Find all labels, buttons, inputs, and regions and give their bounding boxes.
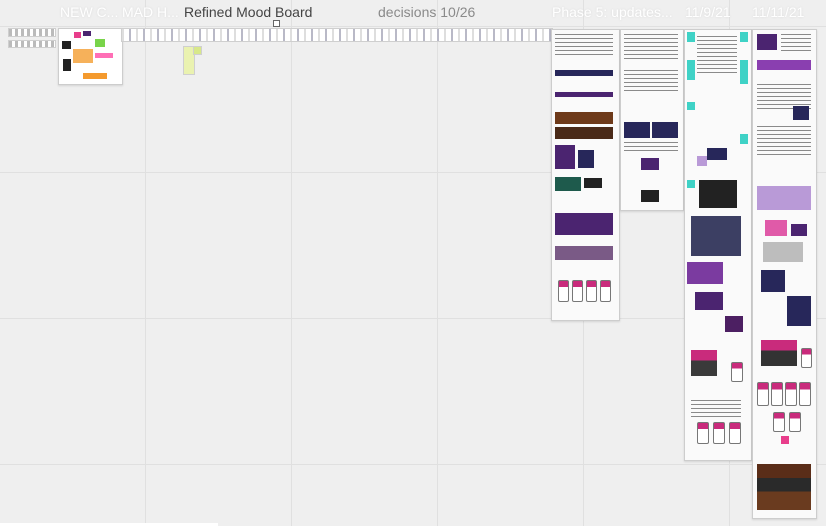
frame-label-phase-5-updates[interactable]: Phase 5: updates...	[552, 4, 673, 20]
sticky-note[interactable]	[193, 46, 202, 55]
frame-label-11-11-21[interactable]: 11/11/21	[752, 4, 804, 20]
board-11-11-21[interactable]	[752, 29, 817, 519]
frame-label-new-c[interactable]: NEW C...	[60, 4, 118, 20]
mood-board-frame[interactable]	[58, 28, 123, 85]
mini-frame-thumbnail[interactable]	[8, 28, 56, 37]
frame-label-refined-mood-board[interactable]: Refined Mood Board	[184, 4, 312, 20]
phase-5-board[interactable]	[551, 29, 620, 321]
frames-thumbnail-strip[interactable]	[121, 28, 553, 42]
frame-label-decisions[interactable]: decisions 10/26	[378, 4, 475, 20]
frame-label-mad-h[interactable]: MAD H...	[122, 4, 179, 20]
frame-label-11-9-21[interactable]: 11/9/21	[685, 4, 731, 20]
phase-5-board[interactable]	[620, 29, 684, 211]
board-11-9-21[interactable]	[684, 29, 752, 461]
cursor-icon	[273, 20, 280, 27]
mini-frame-thumbnail[interactable]	[8, 40, 56, 48]
